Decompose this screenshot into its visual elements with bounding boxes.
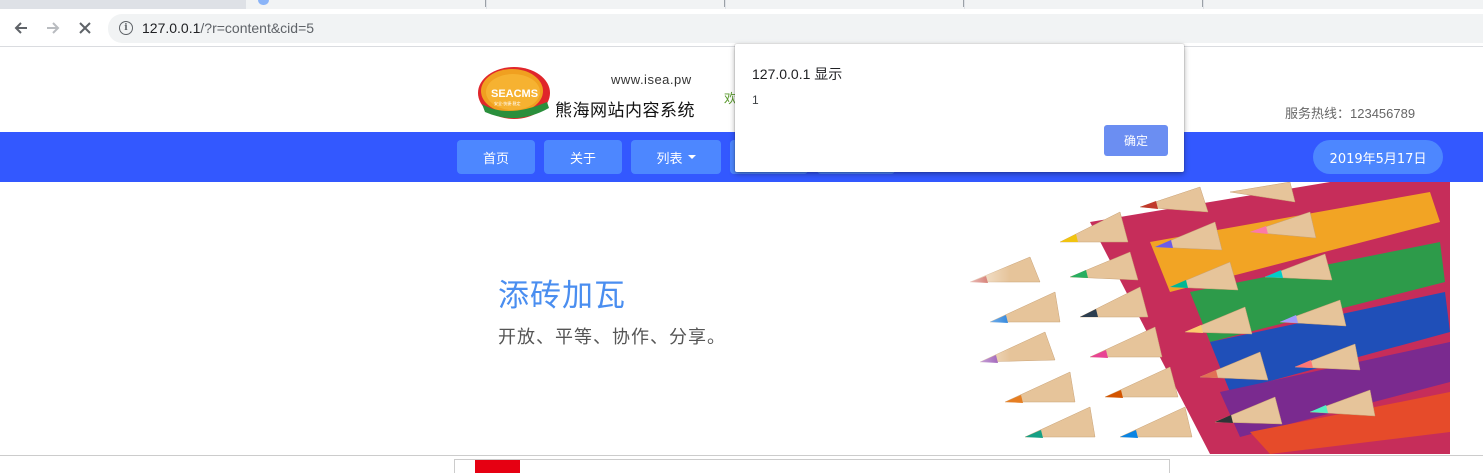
red-block — [475, 460, 520, 473]
browser-tab[interactable] — [246, 0, 486, 9]
arrow-right-icon — [47, 22, 60, 34]
divider — [0, 455, 1483, 456]
stop-button[interactable] — [74, 17, 96, 39]
hero-title: 添砖加瓦 — [498, 278, 626, 314]
dialog-title: 127.0.0.1 显示 — [752, 66, 843, 82]
site-domain: www.isea.pw — [611, 72, 692, 87]
hero-subtitle: 开放、平等、协作、分享。 — [498, 327, 726, 348]
tab-strip — [0, 0, 1483, 9]
dialog-message: 1 — [752, 93, 759, 107]
logo-slogan: 安全·快捷·稳定 — [494, 100, 521, 106]
url-host: 127.0.0.1 — [142, 20, 201, 36]
seacms-logo[interactable]: SEACMS 安全·快捷·稳定 — [477, 64, 551, 122]
browser-tab[interactable] — [726, 0, 964, 9]
url-text: 127.0.0.1/?r=content&cid=5 — [142, 20, 314, 36]
site-name: 熊海网站内容系统 — [555, 101, 695, 121]
back-button[interactable] — [10, 17, 32, 39]
nav-about-label: 关于 — [569, 151, 596, 167]
pencils-banner-image — [950, 182, 1450, 454]
info-icon[interactable]: i — [119, 21, 133, 35]
caret-down-icon — [687, 155, 696, 159]
forward-button[interactable] — [42, 17, 64, 39]
date-badge: 2019年5月17日 — [1313, 140, 1443, 174]
ok-button[interactable]: 确定 — [1104, 125, 1168, 156]
arrow-left-icon — [14, 22, 27, 34]
url-path: /?r=content&cid=5 — [200, 20, 315, 36]
nav-list-label: 列表 — [656, 151, 683, 167]
logo-text: SEACMS — [491, 88, 538, 100]
close-icon — [79, 22, 91, 34]
browser-tab[interactable] — [965, 0, 1203, 9]
nav-home-label: 首页 — [482, 151, 509, 167]
screen: i 127.0.0.1/?r=content&cid=5 SEACMS 安全·快… — [0, 0, 1483, 473]
browser-tab[interactable] — [487, 0, 725, 9]
nav-list[interactable]: 列表 — [631, 140, 721, 174]
address-bar[interactable]: i 127.0.0.1/?r=content&cid=5 — [108, 14, 1483, 43]
browser-toolbar: i 127.0.0.1/?r=content&cid=5 — [0, 9, 1483, 47]
nav-home[interactable]: 首页 — [457, 140, 535, 174]
alert-dialog: 127.0.0.1 显示 1 确定 — [735, 44, 1184, 172]
service-hotline: 服务热线：123456789 — [1285, 106, 1416, 121]
nav-about[interactable]: 关于 — [544, 140, 622, 174]
content-panel — [454, 459, 1170, 473]
browser-tab[interactable] — [1204, 0, 1483, 9]
